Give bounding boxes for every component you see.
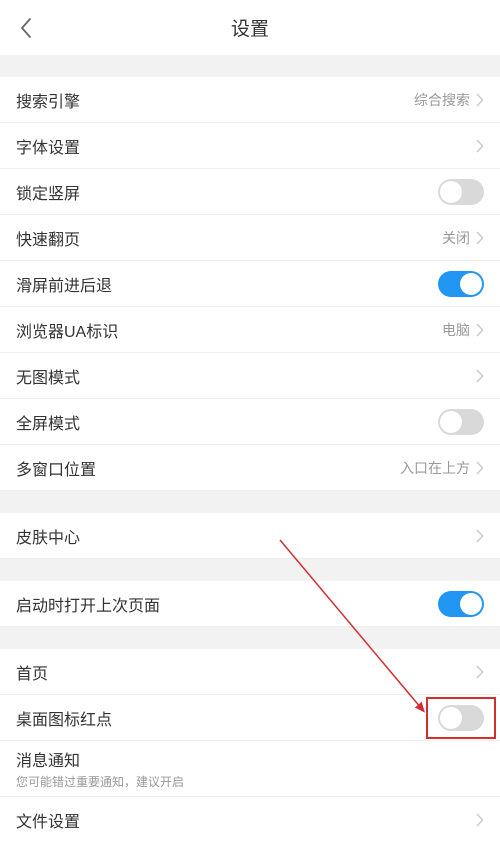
settings-row[interactable]: 首页 — [0, 649, 500, 695]
chevron-right-icon — [476, 813, 484, 827]
row-label: 桌面图标红点 — [16, 706, 112, 730]
row-label: 滑屏前进后退 — [16, 272, 112, 296]
row-value: 关闭 — [442, 228, 470, 248]
row-label: 文件设置 — [16, 808, 80, 832]
settings-row[interactable]: 多窗口位置 入口在上方 — [0, 445, 500, 491]
settings-row[interactable]: 搜索引擎 综合搜索 — [0, 77, 500, 123]
settings-row[interactable]: 浏览器UA标识 电脑 — [0, 307, 500, 353]
header: 设置 — [0, 0, 500, 55]
row-label: 首页 — [16, 660, 48, 684]
settings-row[interactable]: 文件设置 — [0, 797, 500, 843]
toggle-switch[interactable] — [438, 591, 484, 617]
toggle-switch[interactable] — [438, 271, 484, 297]
settings-row[interactable]: 皮肤中心 — [0, 513, 500, 559]
row-label: 消息通知 — [16, 747, 80, 771]
row-label: 皮肤中心 — [16, 524, 80, 548]
settings-row: 启动时打开上次页面 — [0, 581, 500, 627]
chevron-right-icon — [476, 231, 484, 245]
settings-row[interactable]: 快速翻页 关闭 — [0, 215, 500, 261]
chevron-right-icon — [476, 461, 484, 475]
settings-row: 消息通知您可能错过重要通知，建议开启 — [0, 741, 500, 797]
row-value: 电脑 — [442, 320, 470, 340]
settings-row: 锁定竖屏 — [0, 169, 500, 215]
row-label: 快速翻页 — [16, 226, 80, 250]
settings-row: 滑屏前进后退 — [0, 261, 500, 307]
settings-row[interactable]: 无图模式 — [0, 353, 500, 399]
chevron-right-icon — [476, 369, 484, 383]
back-icon[interactable] — [16, 18, 36, 38]
row-label: 搜索引擎 — [16, 88, 80, 112]
chevron-right-icon — [476, 323, 484, 337]
chevron-right-icon — [476, 139, 484, 153]
row-label: 浏览器UA标识 — [16, 318, 118, 342]
row-value: 综合搜索 — [414, 90, 470, 110]
chevron-right-icon — [476, 529, 484, 543]
chevron-right-icon — [476, 93, 484, 107]
chevron-right-icon — [476, 665, 484, 679]
settings-row: 全屏模式 — [0, 399, 500, 445]
toggle-switch[interactable] — [438, 409, 484, 435]
row-label: 字体设置 — [16, 134, 80, 158]
settings-list: 搜索引擎 综合搜索字体设置锁定竖屏快速翻页 关闭滑屏前进后退浏览器UA标识 电脑无图模… — [0, 55, 500, 843]
settings-row[interactable]: 字体设置 — [0, 123, 500, 169]
row-label: 无图模式 — [16, 364, 80, 388]
settings-row: 桌面图标红点 — [0, 695, 500, 741]
row-label: 启动时打开上次页面 — [16, 592, 160, 616]
row-value: 入口在上方 — [400, 458, 470, 478]
row-subtitle: 您可能错过重要通知，建议开启 — [16, 773, 184, 790]
row-label: 全屏模式 — [16, 410, 80, 434]
toggle-switch[interactable] — [438, 705, 484, 731]
row-label: 多窗口位置 — [16, 456, 96, 480]
page-title: 设置 — [231, 14, 269, 41]
row-label: 锁定竖屏 — [16, 180, 80, 204]
toggle-switch[interactable] — [438, 179, 484, 205]
